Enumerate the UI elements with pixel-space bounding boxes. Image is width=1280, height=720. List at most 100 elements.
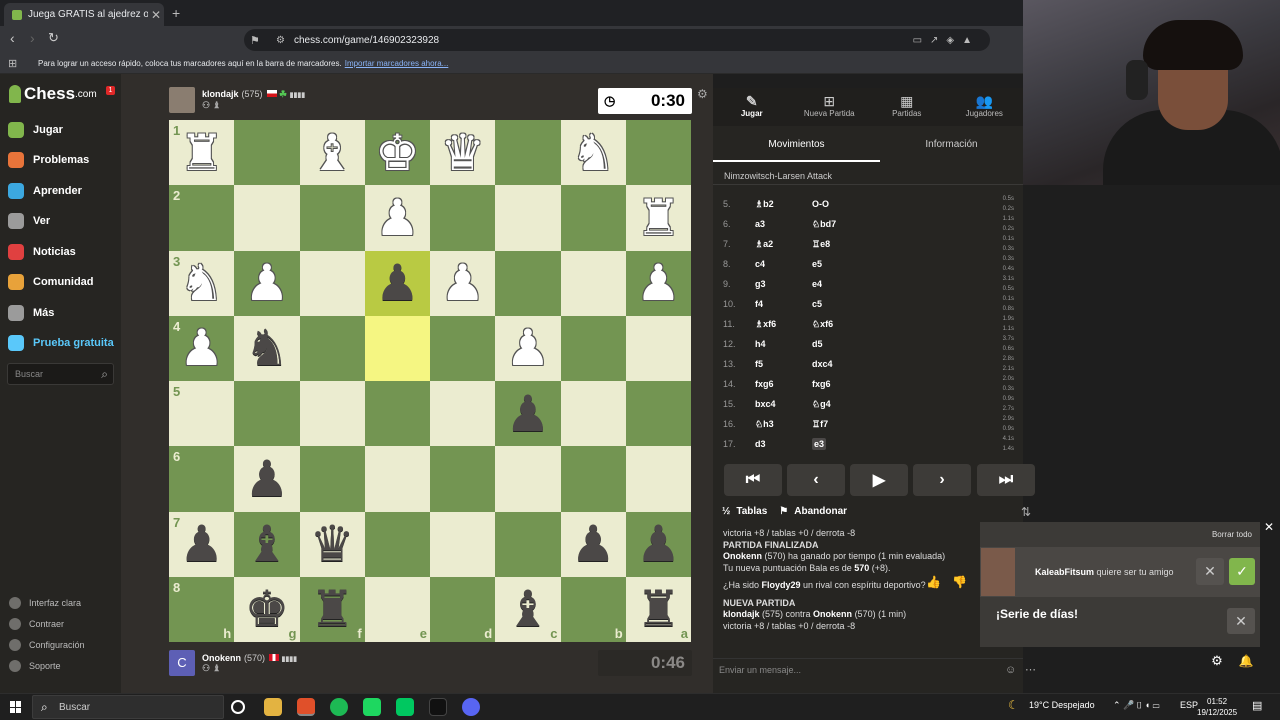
board-square[interactable]	[299, 381, 365, 447]
previous-move-button[interactable]: ‹	[787, 464, 845, 496]
board-square[interactable]	[430, 381, 496, 447]
search-icon[interactable]: ⌕	[101, 367, 108, 382]
white-bishop-piece[interactable]: ♝	[310, 128, 355, 178]
board-square[interactable]: ♟	[625, 511, 691, 577]
board-square[interactable]	[299, 250, 365, 316]
board-square[interactable]	[560, 446, 626, 512]
black-queen-piece[interactable]: ♛	[310, 519, 355, 569]
new-tab-button[interactable]: +	[172, 5, 180, 21]
top-player-name[interactable]: klondajk	[202, 89, 239, 99]
board-square[interactable]: ♛	[430, 120, 496, 186]
notification-center-icon[interactable]: ▤	[1252, 699, 1262, 712]
tab-jugadores[interactable]: 👥 Jugadores	[946, 88, 1024, 126]
sidebar-search-input[interactable]: Buscar ⌕	[7, 363, 114, 385]
board-square[interactable]: ♝	[299, 120, 365, 186]
white-move[interactable]: h4	[749, 339, 809, 349]
chat-input[interactable]: Enviar un mensaje... ☺ ⋯	[713, 658, 1036, 680]
board-square[interactable]	[495, 511, 561, 577]
white-move[interactable]: c4	[749, 259, 809, 269]
board-square[interactable]: ♟	[625, 250, 691, 316]
chesscom-logo[interactable]: Chess .com	[9, 84, 97, 104]
weather-text[interactable]: 19°C Despejado	[1029, 700, 1095, 710]
board-square[interactable]: 4 ♟	[169, 315, 235, 381]
white-move[interactable]: ♘h3	[749, 419, 809, 430]
board-square[interactable]	[364, 315, 430, 381]
black-move[interactable]: ♖e8	[809, 239, 1009, 250]
black-rook-piece[interactable]: ♜	[636, 584, 681, 634]
white-move[interactable]: a3	[749, 219, 809, 229]
board-square[interactable]: ♟	[364, 250, 430, 316]
board-square[interactable]	[495, 250, 561, 316]
white-rook-piece[interactable]: ♜	[179, 128, 224, 178]
board-square[interactable]	[299, 185, 365, 251]
board-square[interactable]: 6	[169, 446, 235, 512]
board-square[interactable]: ♟	[430, 250, 496, 316]
board-square[interactable]: ♟	[364, 185, 430, 251]
notification-settings-gear-icon[interactable]: ⚙	[1206, 647, 1228, 675]
reload-icon[interactable]: ↻	[48, 30, 59, 46]
board-square[interactable]: ♚	[364, 120, 430, 186]
white-pawn-piece[interactable]: ♟	[636, 258, 681, 308]
board-square[interactable]: ♜	[625, 185, 691, 251]
chat-player-link[interactable]: Floydy29	[762, 580, 801, 590]
black-move[interactable]: e3	[809, 438, 1009, 450]
browser-tab[interactable]: Juega GRATIS al ajedrez online - ✕	[4, 3, 164, 26]
black-move[interactable]: e5	[809, 259, 1009, 269]
sidebar-bottom-item[interactable]: Configuración	[9, 638, 85, 652]
black-pawn-piece[interactable]: ♟	[636, 519, 681, 569]
sidebar-item-jugar[interactable]: Jugar	[8, 119, 63, 141]
white-move[interactable]: bxc4	[749, 399, 809, 409]
black-pawn-piece[interactable]: ♟	[505, 389, 550, 439]
board-square[interactable]: 7 ♟	[169, 511, 235, 577]
black-move[interactable]: dxc4	[809, 359, 1009, 369]
tab-partidas[interactable]: ▦ Partidas	[868, 88, 946, 126]
black-move[interactable]: ♘bd7	[809, 219, 1009, 230]
board-square[interactable]: b	[560, 576, 626, 642]
board-square[interactable]: g ♚	[234, 576, 300, 642]
flip-board-icon[interactable]: ⇅	[1021, 505, 1031, 519]
board-square[interactable]	[364, 381, 430, 447]
black-bishop-piece[interactable]: ♝	[244, 519, 289, 569]
white-pawn-piece[interactable]: ♟	[505, 323, 550, 373]
site-settings-icon[interactable]: ⚙	[276, 35, 285, 46]
board-square[interactable]: 3 ♞	[169, 250, 235, 316]
black-move[interactable]: e4	[809, 279, 1009, 289]
tab-nueva-partida[interactable]: ⊞ Nueva Partida	[791, 88, 869, 126]
board-square[interactable]	[560, 381, 626, 447]
thumbs-up-icon[interactable]: 👍	[926, 576, 941, 589]
black-knight-piece[interactable]: ♞	[244, 323, 289, 373]
address-actions-icons[interactable]: ▭↗◈▲	[913, 35, 980, 46]
sidebar-item-ver[interactable]: Ver	[8, 210, 50, 232]
board-square[interactable]: d	[430, 576, 496, 642]
bottom-player-name[interactable]: Onokenn	[202, 653, 241, 663]
bookmark-icon[interactable]: ⚑	[250, 34, 260, 47]
kick-icon[interactable]	[396, 698, 414, 716]
board-square[interactable]: a ♜	[625, 576, 691, 642]
white-move[interactable]: ♗b2	[749, 199, 809, 210]
board-square[interactable]	[364, 446, 430, 512]
black-king-piece[interactable]: ♚	[244, 584, 289, 634]
friend-avatar[interactable]	[981, 548, 1015, 596]
white-pawn-piece[interactable]: ♟	[179, 323, 224, 373]
chessboard[interactable]: 1 ♜ ♝ ♚ ♛ ♞ 2 ♟ ♜ 3 ♞ ♟ ♟ ♟ ♟ 4 ♟ ♞ ♟ 5 ♟ 6 ♟ 7 ♟ ♝ ♛ ♟ ♟ 8 h g ♚ f ♜ e d c ♝ b…	[169, 120, 691, 642]
black-pawn-piece[interactable]: ♟	[244, 454, 289, 504]
board-square[interactable]	[560, 250, 626, 316]
black-move[interactable]: ♘xf6	[809, 319, 1009, 330]
board-square[interactable]: e	[364, 576, 430, 642]
white-knight-piece[interactable]: ♞	[571, 128, 616, 178]
board-square[interactable]	[495, 185, 561, 251]
draw-button[interactable]: Tablas	[736, 506, 767, 517]
notification-bell-icon[interactable]: 🔔	[1235, 647, 1257, 675]
taskbar-clock[interactable]: 01:52 19/12/2025	[1197, 696, 1237, 718]
emoji-icon[interactable]: ☺	[1005, 664, 1016, 676]
last-move-button[interactable]: ⏭	[977, 464, 1035, 496]
board-square[interactable]	[430, 315, 496, 381]
black-move[interactable]: ♘g4	[809, 399, 1009, 410]
white-knight-piece[interactable]: ♞	[179, 258, 224, 308]
black-move[interactable]: c5	[809, 299, 1009, 309]
dismiss-streak-button[interactable]: ✕	[1227, 608, 1255, 634]
board-square[interactable]	[430, 185, 496, 251]
board-square[interactable]: ♞	[560, 120, 626, 186]
sidebar-item-comunidad[interactable]: Comunidad	[8, 271, 94, 293]
first-move-button[interactable]: ⏮	[724, 464, 782, 496]
